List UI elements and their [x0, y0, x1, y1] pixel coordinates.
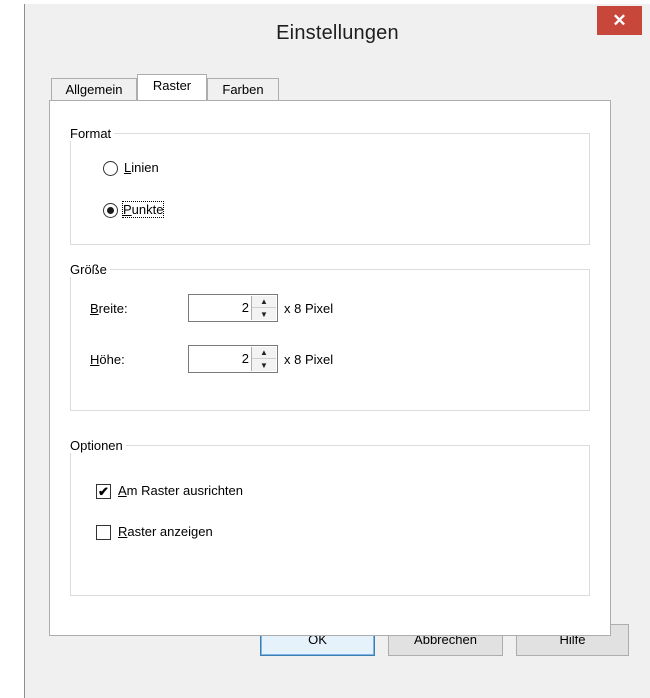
height-value[interactable]: 2 — [242, 351, 249, 366]
width-label: Breite: — [90, 301, 128, 316]
height-unit: x 8 Pixel — [284, 352, 334, 367]
arrow-up-icon: ▲ — [260, 348, 268, 357]
options-legend: Optionen — [70, 438, 123, 453]
arrow-up-icon: ▲ — [260, 297, 268, 306]
tab-label: Raster — [152, 78, 192, 93]
show-grid-label[interactable]: Raster anzeigen — [118, 524, 213, 539]
height-spin-down[interactable]: ▼ — [252, 359, 276, 371]
size-group: Größe — [70, 262, 590, 411]
width-unit: x 8 Pixel — [284, 301, 334, 316]
arrow-down-icon: ▼ — [260, 309, 268, 319]
close-button[interactable]: ✕ — [597, 6, 642, 35]
height-spinbox[interactable]: 2 ▲ ▼ — [188, 345, 278, 373]
close-icon: ✕ — [612, 10, 627, 30]
tab-panel-raster: Format Linien Punkte Größe Breite: 2 ▲ ▼… — [49, 100, 611, 636]
tab-farben[interactable]: Farben — [207, 78, 279, 100]
width-spinbox[interactable]: 2 ▲ ▼ — [188, 294, 278, 322]
radio-punkte-label[interactable]: Punkte — [121, 201, 165, 218]
width-value[interactable]: 2 — [242, 300, 249, 315]
radio-punkte[interactable] — [103, 203, 118, 218]
radio-linien[interactable] — [103, 161, 118, 176]
height-label: Höhe: — [90, 352, 125, 367]
format-legend: Format — [70, 126, 112, 141]
show-grid-checkbox[interactable] — [96, 525, 111, 540]
width-spin-up[interactable]: ▲ — [252, 296, 276, 308]
options-group: Optionen — [70, 438, 590, 596]
radio-linien-label[interactable]: Linien — [124, 160, 159, 175]
arrow-down-icon: ▼ — [260, 360, 268, 370]
width-spin-down[interactable]: ▼ — [252, 308, 276, 320]
tab-allgemein[interactable]: Allgemein — [51, 78, 137, 100]
checkmark-icon: ✔ — [98, 484, 109, 499]
size-legend: Größe — [70, 262, 107, 277]
snap-to-grid-label[interactable]: Am Raster ausrichten — [118, 483, 243, 498]
title-bar[interactable]: Einstellungen ✕ — [25, 4, 650, 62]
window-title: Einstellungen — [276, 22, 399, 44]
tab-raster[interactable]: Raster — [137, 74, 207, 100]
format-group: Format — [70, 126, 590, 245]
snap-to-grid-checkbox[interactable]: ✔ — [96, 484, 111, 499]
settings-dialog: Einstellungen ✕ Allgemein Raster Farben … — [24, 4, 650, 698]
height-spin-buttons: ▲ ▼ — [251, 347, 276, 371]
width-spin-buttons: ▲ ▼ — [251, 296, 276, 320]
tab-label: Allgemein — [65, 82, 123, 97]
height-spin-up[interactable]: ▲ — [252, 347, 276, 359]
tab-label: Farben — [222, 82, 264, 97]
